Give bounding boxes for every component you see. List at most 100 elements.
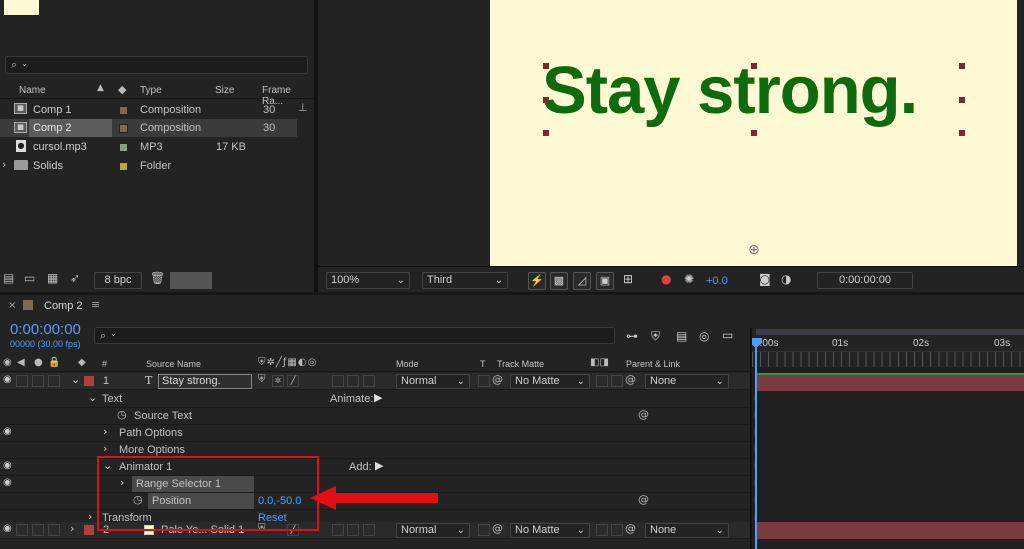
track-matte-dropdown[interactable]: No Matte ⌄	[510, 523, 590, 538]
label-swatch[interactable]	[84, 376, 94, 386]
switch[interactable]	[332, 524, 344, 536]
timeline-search-input[interactable]: ⌕ ⌄	[94, 327, 615, 344]
eye-icon[interactable]: ◉	[3, 357, 12, 368]
column-source-name[interactable]: Source Name	[146, 359, 201, 369]
chevron-right-icon[interactable]: ›	[2, 158, 6, 171]
eye-icon[interactable]: ◉	[3, 460, 12, 471]
fast-preview-icon[interactable]: ⚡	[528, 272, 546, 290]
canvas-text[interactable]: Stay strong.	[542, 52, 918, 129]
audio-icon[interactable]: ◀	[17, 357, 25, 368]
graph-editor-icon[interactable]: ▭	[722, 328, 733, 342]
render-queue-icon[interactable]: ➶	[70, 271, 80, 285]
bbox-handle[interactable]	[959, 130, 965, 136]
lock-switch[interactable]	[48, 524, 60, 536]
label-swatch[interactable]	[119, 124, 128, 133]
column-size[interactable]: Size	[215, 85, 234, 96]
layer-name-input[interactable]: Stay strong.	[158, 374, 252, 389]
switch[interactable]	[332, 375, 344, 387]
region-of-interest-icon[interactable]: ▣	[596, 272, 614, 290]
eye-icon[interactable]: ◉	[3, 374, 12, 385]
bbox-handle[interactable]	[959, 63, 965, 69]
new-composition-icon[interactable]: ▦	[47, 271, 58, 285]
property-row-source-text[interactable]: ◷ Source Text @	[0, 408, 750, 425]
shy-switch[interactable]: ⛨	[258, 374, 266, 385]
snapshot-camera-icon[interactable]: ◙	[759, 272, 771, 286]
project-item-selected[interactable]: ▦ Comp 2 Composition 30	[0, 119, 297, 137]
sort-up-icon[interactable]: ▲	[97, 83, 104, 93]
chevron-right-icon[interactable]: ›	[103, 442, 107, 455]
pick-whip-icon[interactable]: @	[625, 522, 636, 535]
timeline-tab[interactable]: × Comp 2 ≡	[0, 295, 110, 317]
playhead[interactable]	[755, 343, 757, 549]
switch[interactable]	[347, 375, 359, 387]
draft-3d-icon[interactable]: ⛨	[651, 329, 660, 344]
anchor-point-icon[interactable]: ⊕	[748, 242, 760, 258]
label-swatch[interactable]	[119, 162, 128, 171]
show-snapshot-icon[interactable]: ◑	[781, 272, 791, 286]
flowchart-icon[interactable]: ⊥	[298, 101, 308, 114]
pick-whip-icon[interactable]: @	[492, 373, 503, 386]
guides-icon[interactable]: ⊞	[623, 272, 633, 286]
switch[interactable]	[611, 524, 623, 536]
switches-icon[interactable]: ⛨✲╱ƒ▦◐◎	[258, 357, 317, 368]
channel-icon[interactable]: ●	[661, 272, 671, 286]
switch[interactable]	[363, 375, 375, 387]
composition-canvas[interactable]: Stay strong. ⊕	[490, 0, 1017, 266]
parent-dropdown[interactable]: None ⌄	[645, 523, 729, 538]
matte-icons[interactable]: ◧◨	[590, 357, 609, 368]
chevron-right-icon[interactable]: ›	[103, 425, 107, 438]
column-mode[interactable]: Mode	[396, 359, 419, 369]
column-parent-link[interactable]: Parent & Link	[626, 359, 680, 369]
track-matte-dropdown[interactable]: No Matte ⌄	[510, 374, 590, 389]
switch[interactable]	[596, 524, 608, 536]
property-row-text[interactable]: ⌄ Text Animate: ▶	[0, 391, 750, 408]
lock-icon[interactable]: 🔒	[48, 357, 60, 368]
exposure-value[interactable]: +0.0	[706, 275, 728, 287]
bbox-handle[interactable]	[751, 130, 757, 136]
expression-pick-whip-icon[interactable]: @	[638, 493, 649, 506]
audio-switch[interactable]	[16, 375, 28, 387]
layer-bar-1[interactable]	[756, 373, 1024, 391]
shy-layers-icon[interactable]: ▤	[676, 329, 687, 343]
audio-switch[interactable]	[16, 524, 28, 536]
mode-dropdown[interactable]: Normal ⌄	[396, 374, 470, 389]
bbox-handle[interactable]	[543, 130, 549, 136]
view-dropdown[interactable]: Third ⌄	[422, 272, 508, 289]
expression-pick-whip-icon[interactable]: @	[638, 408, 649, 421]
preserve-transparency-switch[interactable]	[478, 524, 490, 536]
label-tag-icon[interactable]: ◆	[78, 357, 86, 368]
pick-whip-icon[interactable]: @	[625, 373, 636, 386]
column-type[interactable]: Type	[140, 85, 162, 96]
eye-icon[interactable]: ◉	[3, 523, 12, 534]
viewer-timecode[interactable]: 0:00:00:00	[817, 272, 913, 289]
project-item[interactable]: ● cursol.mp3 MP3 17 KB	[0, 138, 300, 156]
mode-dropdown[interactable]: Normal ⌄	[396, 523, 470, 538]
eye-icon[interactable]: ◉	[3, 477, 12, 488]
column-t[interactable]: T	[480, 359, 486, 369]
project-item[interactable]: › Solids Folder	[0, 157, 300, 175]
pick-whip-icon[interactable]: @	[492, 522, 503, 535]
transparency-grid-icon[interactable]: ▩	[550, 272, 568, 290]
stopwatch-icon[interactable]: ◷	[117, 408, 127, 421]
zoom-dropdown[interactable]: 100% ⌄	[326, 272, 410, 289]
parent-dropdown[interactable]: None ⌄	[645, 374, 729, 389]
label-tag-icon[interactable]: ◆	[118, 83, 126, 96]
chevron-down-icon[interactable]: ⌄	[71, 373, 80, 386]
panel-menu-icon[interactable]: ≡	[91, 298, 100, 311]
property-row-path-options[interactable]: ◉ › Path Options	[0, 425, 750, 442]
frame-blending-icon[interactable]: ◎	[699, 329, 709, 343]
switch[interactable]	[611, 375, 623, 387]
chevron-down-icon[interactable]: ⌄	[88, 391, 97, 404]
work-area-bar[interactable]	[756, 329, 1024, 335]
bbox-handle[interactable]	[751, 63, 757, 69]
solo-switch[interactable]	[32, 375, 44, 387]
add-play-icon[interactable]: ▶	[375, 459, 383, 472]
label-swatch[interactable]	[119, 106, 128, 115]
composition-mini-flowchart-icon[interactable]: ⊶	[626, 329, 638, 343]
new-folder-icon[interactable]: ▭	[24, 271, 35, 285]
preserve-transparency-switch[interactable]	[478, 375, 490, 387]
quality-switch[interactable]: ╱	[287, 375, 299, 387]
column-track-matte[interactable]: Track Matte	[497, 359, 544, 369]
mask-path-icon[interactable]: ◿	[573, 272, 591, 290]
layer-row[interactable]: ◉ ⌄ 1 T Stay strong. ⛨ ✲ ╱ Normal ⌄ @ No …	[0, 373, 750, 390]
